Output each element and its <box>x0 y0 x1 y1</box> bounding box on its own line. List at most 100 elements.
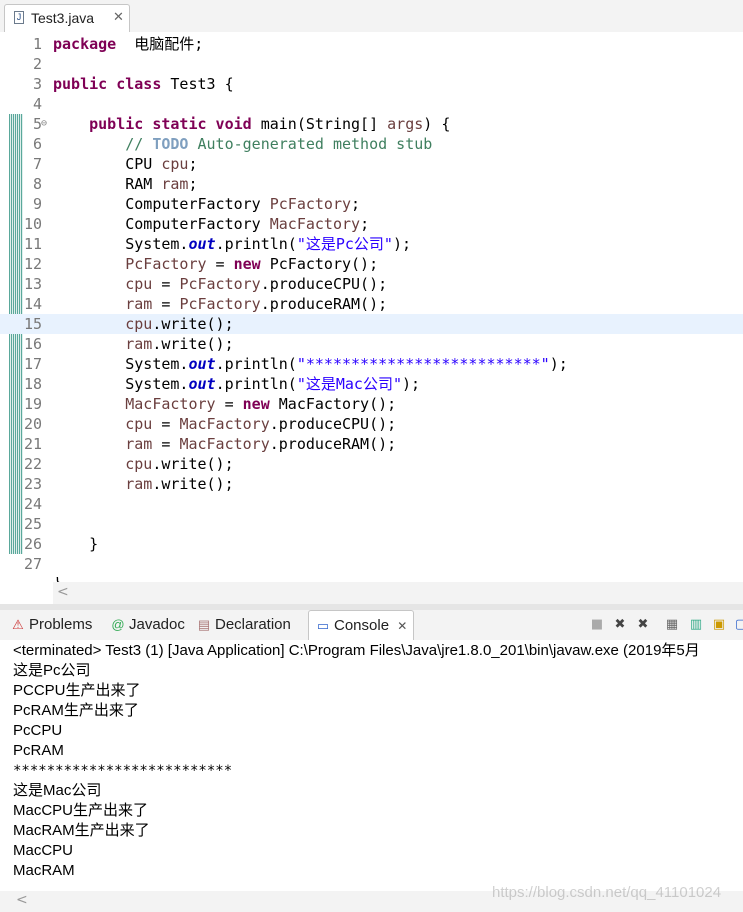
tab-problems[interactable]: ⚠ Problems <box>10 610 92 640</box>
code-line: 24 <box>0 494 743 514</box>
console-output-line: PcRAM生产出来了 <box>13 702 139 719</box>
code-line: 19 MacFactory = new MacFactory(); <box>0 394 743 414</box>
code-text: CPU cpu; <box>53 155 198 173</box>
line-number: 2 <box>32 55 42 73</box>
code-text: ram = MacFactory.produceRAM(); <box>125 435 397 453</box>
code-text: public static void main(String[] args) { <box>89 115 451 133</box>
java-file-icon: J <box>14 11 24 24</box>
tab-javadoc-label: Javadoc <box>129 616 185 633</box>
tab-javadoc[interactable]: @ Javadoc <box>110 610 185 640</box>
code-line: 9 ComputerFactory PcFactory; <box>0 194 743 214</box>
console-output-line: MacRAM生产出来了 <box>13 822 150 839</box>
line-number: 15 <box>23 315 42 333</box>
tab-declaration[interactable]: ▤ Declaration <box>196 610 291 640</box>
code-line: 3 public class Test3 { <box>0 74 743 94</box>
code-editor[interactable]: 1 package 电脑配件; 2 3 public class Test3 {4 5 ⊖ … <box>0 32 743 582</box>
remove-launch-icon[interactable]: ✖ <box>612 617 628 633</box>
code-line: 27 <box>0 554 743 574</box>
code-text: System.out.println("这是Mac公司"); <box>53 375 421 393</box>
line-number: 8 <box>32 175 42 193</box>
console-output-line: 这是Mac公司 <box>13 782 102 799</box>
fold-toggle-icon[interactable]: ⊖ <box>41 114 47 134</box>
view-tab-bar: ⚠ Problems @ Javadoc ▤ Declaration ▭ Console… <box>0 610 743 641</box>
code-text: ram.write(); <box>125 335 234 353</box>
tab-console[interactable]: ▭ Console ✕ <box>308 610 414 640</box>
line-number: 23 <box>23 475 42 493</box>
close-icon[interactable]: ✕ <box>397 619 407 633</box>
console-output[interactable]: <terminated> Test3 (1) [Java Application… <box>0 640 743 890</box>
line-number: 20 <box>23 415 42 433</box>
line-number: 12 <box>23 255 42 273</box>
line-number: 5 <box>32 115 42 133</box>
code-text: package 电脑配件; <box>53 35 204 53</box>
code-line: 4 <box>0 94 743 114</box>
line-number: 10 <box>23 215 42 233</box>
code-line: 20 cpu = MacFactory.produceCPU(); <box>0 414 743 434</box>
code-line: 5 ⊖ public static void main(String[] args… <box>0 114 743 134</box>
editor-tab-bar: J Test3.java ✕ <box>0 0 743 33</box>
editor-horizontal-scrollbar[interactable]: < <box>53 582 743 604</box>
line-number: 27 <box>23 555 42 573</box>
code-line: 2 <box>0 54 743 74</box>
code-text: } <box>53 535 99 553</box>
code-line: 12 PcFactory = new PcFactory(); <box>0 254 743 274</box>
code-text: public class Test3 { <box>53 75 234 93</box>
line-number: 25 <box>23 515 42 533</box>
code-text: cpu = PcFactory.produceCPU(); <box>125 275 388 293</box>
terminate-icon[interactable]: ■ <box>589 617 605 633</box>
line-number: 1 <box>32 35 42 53</box>
problems-icon: ⚠ <box>12 617 24 632</box>
scroll-lock-icon[interactable]: ▦ <box>664 617 680 633</box>
code-text: RAM ram; <box>53 175 198 193</box>
watermark: https://blog.csdn.net/qq_41101024 <box>492 884 722 901</box>
remove-all-icon[interactable]: ✖ <box>635 617 651 633</box>
console-output-line: MacCPU <box>13 842 74 859</box>
code-line: 21 ram = MacFactory.produceRAM(); <box>0 434 743 454</box>
code-line: 18 System.out.println("这是Mac公司"); <box>0 374 743 394</box>
line-number: 7 <box>32 155 42 173</box>
close-icon[interactable]: ✕ <box>113 9 124 25</box>
code-text: System.out.println("********************… <box>53 355 568 373</box>
code-text: PcFactory = new PcFactory(); <box>125 255 379 273</box>
scroll-left-icon[interactable]: < <box>16 892 28 908</box>
code-line: 14 ram = PcFactory.produceRAM(); <box>0 294 743 314</box>
code-text: cpu.write(); <box>125 315 234 333</box>
code-line: 23 ram.write(); <box>0 474 743 494</box>
line-number: 9 <box>32 195 42 213</box>
code-line: 26 } <box>0 534 743 554</box>
code-text: ram.write(); <box>125 475 234 493</box>
code-text: MacFactory = new MacFactory(); <box>125 395 397 413</box>
code-text: ComputerFactory MacFactory; <box>53 215 370 233</box>
line-number: 3 <box>32 75 42 93</box>
code-text: ComputerFactory PcFactory; <box>53 195 361 213</box>
code-line: 13 cpu = PcFactory.produceCPU(); <box>0 274 743 294</box>
code-line: 15 cpu.write(); <box>0 314 743 334</box>
pin-icon[interactable]: ▣ <box>711 617 727 633</box>
console-output-line: ************************** <box>13 763 233 779</box>
editor-tab-test3-java[interactable]: J Test3.java ✕ <box>4 4 130 32</box>
line-number: 16 <box>23 335 42 353</box>
code-line: 22 cpu.write(); <box>0 454 743 474</box>
tab-console-label: Console <box>334 617 390 634</box>
console-icon: ▭ <box>316 618 330 633</box>
code-text: ram = PcFactory.produceRAM(); <box>125 295 388 313</box>
open-console-icon[interactable]: ▢ <box>733 617 743 633</box>
code-line: 7 CPU cpu; <box>0 154 743 174</box>
line-number: 17 <box>23 355 42 373</box>
line-number: 19 <box>23 395 42 413</box>
console-output-line: 这是Pc公司 <box>13 662 91 679</box>
code-line: 10 ComputerFactory MacFactory; <box>0 214 743 234</box>
code-line: 16 ram.write(); <box>0 334 743 354</box>
code-line: 8 RAM ram; <box>0 174 743 194</box>
code-line: 25 <box>0 514 743 534</box>
line-number: 13 <box>23 275 42 293</box>
line-number: 18 <box>23 375 42 393</box>
scroll-left-icon[interactable]: < <box>57 584 69 600</box>
console-output-line: PCCPU生产出来了 <box>13 682 141 699</box>
console-header: <terminated> Test3 (1) [Java Application… <box>13 642 700 659</box>
console-output-line: PcCPU <box>13 722 63 739</box>
show-console-icon[interactable]: ▥ <box>688 617 704 633</box>
code-text: cpu = MacFactory.produceCPU(); <box>125 415 397 433</box>
line-number: 21 <box>23 435 42 453</box>
console-output-line: MacCPU生产出来了 <box>13 802 149 819</box>
